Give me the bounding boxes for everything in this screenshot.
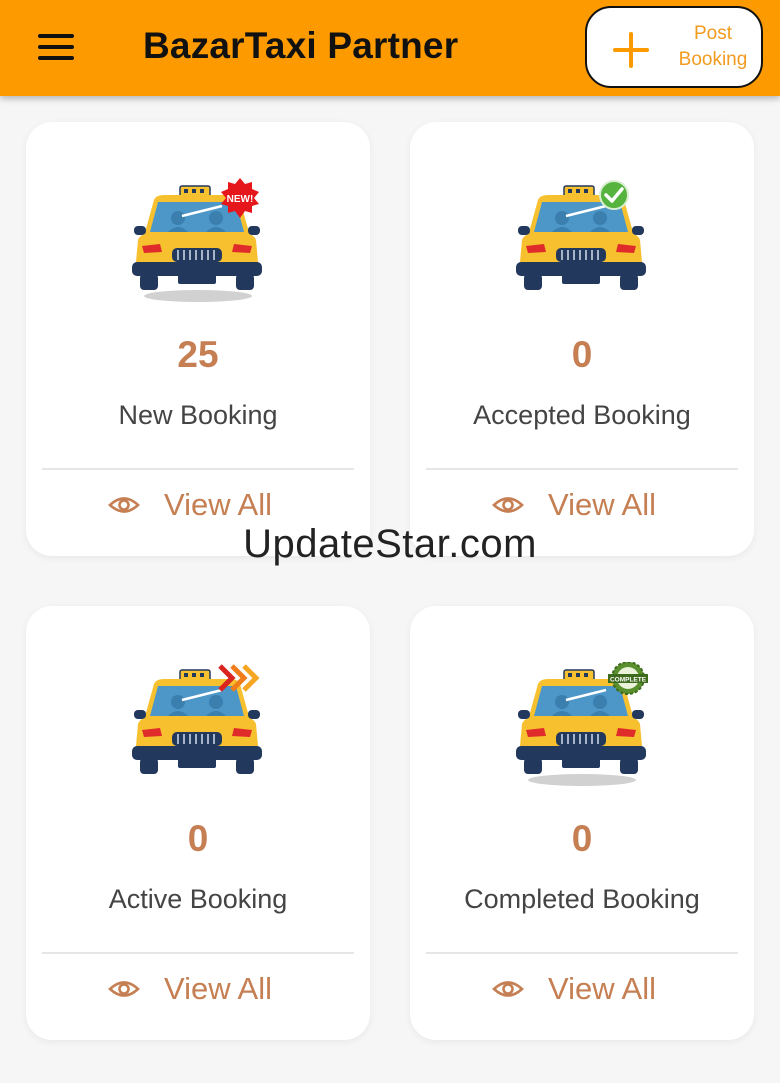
eye-icon <box>492 497 524 513</box>
new-badge-text: NEW! <box>227 194 254 205</box>
hamburger-menu-icon[interactable] <box>28 22 84 72</box>
active-booking-count: 0 <box>187 818 209 859</box>
completed-booking-label: Completed Booking <box>464 884 700 914</box>
divider <box>42 468 354 470</box>
accepted-booking-card[interactable]: 0 Accepted Booking View All <box>410 122 754 556</box>
new-booking-label: New Booking <box>118 400 278 430</box>
completed-booking-view-all-button[interactable]: View All <box>492 964 672 1014</box>
taxi-completed-icon: COMPLETE <box>516 662 648 786</box>
active-booking-label: Active Booking <box>108 884 288 914</box>
view-all-label: View All <box>164 487 272 522</box>
plus-icon <box>611 30 651 70</box>
eye-icon <box>492 981 524 997</box>
completed-booking-count: 0 <box>571 818 593 859</box>
post-booking-label-line1: Post <box>693 23 733 44</box>
accepted-booking-count: 0 <box>571 334 593 375</box>
taxi-new-icon: NEW! <box>132 178 262 302</box>
app-bar: BazarTaxi Partner Post Booking <box>0 0 780 96</box>
post-booking-label: Post Booking <box>669 21 757 73</box>
active-booking-card[interactable]: 0 Active Booking View All <box>26 606 370 1040</box>
post-booking-button[interactable]: Post Booking <box>585 6 763 88</box>
divider <box>42 952 354 954</box>
complete-badge-text: COMPLETE <box>610 677 647 684</box>
new-booking-count: 25 <box>177 334 219 375</box>
accepted-booking-label: Accepted Booking <box>473 400 691 430</box>
divider <box>426 952 738 954</box>
eye-icon <box>108 497 140 513</box>
view-all-label: View All <box>164 971 272 1006</box>
completed-booking-card[interactable]: COMPLETE 0 Completed Booking View All <box>410 606 754 1040</box>
watermark: UpdateStar.com <box>243 522 537 566</box>
menu-line <box>38 34 74 38</box>
taxi-accepted-icon <box>516 180 646 290</box>
menu-line <box>38 45 74 49</box>
view-all-label: View All <box>548 487 656 522</box>
taxi-active-icon <box>132 664 262 774</box>
new-booking-card[interactable]: NEW! 25 New Booking View All <box>26 122 370 556</box>
app-title: BazarTaxi Partner <box>143 25 459 66</box>
menu-line <box>38 56 74 60</box>
divider <box>426 468 738 470</box>
active-booking-view-all-button[interactable]: View All <box>108 964 288 1014</box>
post-booking-label-line2: Booking <box>678 49 748 70</box>
eye-icon <box>108 981 140 997</box>
view-all-label: View All <box>548 971 656 1006</box>
